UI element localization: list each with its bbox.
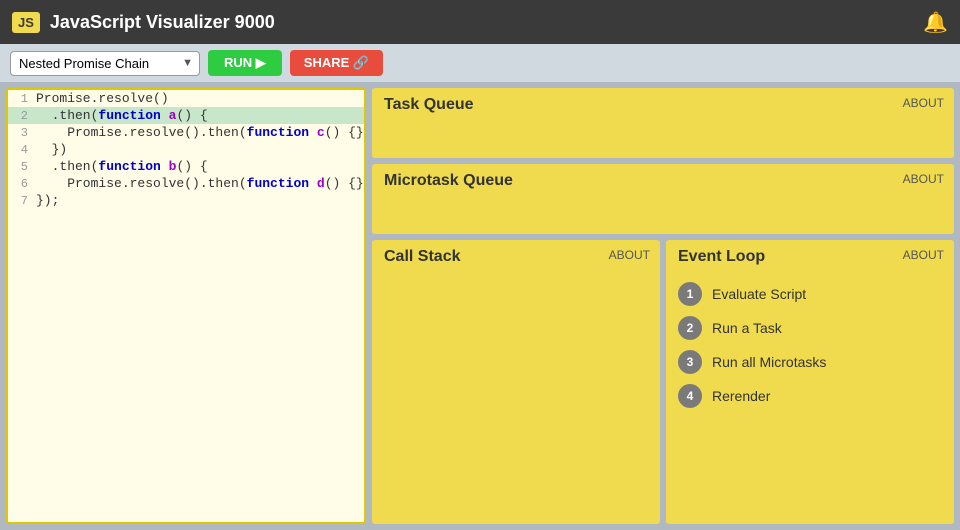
step-label-3: Run all Microtasks bbox=[712, 354, 826, 370]
line-number: 5 bbox=[8, 160, 36, 174]
event-loop-step-3: 3 Run all Microtasks bbox=[678, 350, 942, 374]
code-editor[interactable]: 1 Promise.resolve() 2 .then(function a()… bbox=[6, 88, 366, 524]
code-line-7: 7 }); bbox=[8, 192, 364, 209]
step-circle-3: 3 bbox=[678, 350, 702, 374]
call-stack-about[interactable]: ABOUT bbox=[609, 248, 650, 262]
step-label-2: Run a Task bbox=[712, 320, 782, 336]
line-content: Promise.resolve().then(function d() {}); bbox=[36, 176, 366, 191]
app-header: JS JavaScript Visualizer 9000 🔔 bbox=[0, 0, 960, 44]
line-content: }) bbox=[36, 142, 67, 157]
event-loop-panel: Event Loop ABOUT 1 Evaluate Script 2 Run… bbox=[666, 240, 954, 524]
task-queue-about[interactable]: ABOUT bbox=[903, 96, 944, 110]
event-loop-step-2: 2 Run a Task bbox=[678, 316, 942, 340]
line-number: 4 bbox=[8, 143, 36, 157]
task-queue: Task Queue ABOUT bbox=[372, 88, 954, 158]
code-line-2: 2 .then(function a() { bbox=[8, 107, 364, 124]
microtask-queue: Microtask Queue ABOUT bbox=[372, 164, 954, 234]
step-circle-2: 2 bbox=[678, 316, 702, 340]
scenario-select[interactable]: Nested Promise Chain bbox=[10, 51, 200, 76]
code-line-6: 6 Promise.resolve().then(function d() {}… bbox=[8, 175, 364, 192]
event-loop-about[interactable]: ABOUT bbox=[903, 248, 944, 262]
event-loop-step-4: 4 Rerender bbox=[678, 384, 942, 408]
microtask-queue-title: Microtask Queue bbox=[384, 172, 513, 189]
line-content: Promise.resolve().then(function c() {}); bbox=[36, 125, 366, 140]
event-loop-steps: 1 Evaluate Script 2 Run a Task 3 Run all… bbox=[678, 282, 942, 408]
line-number: 2 bbox=[8, 109, 36, 123]
code-line-4: 4 }) bbox=[8, 141, 364, 158]
toolbar: Nested Promise Chain ▼ RUN ▶ SHARE 🔗 bbox=[0, 44, 960, 82]
step-circle-4: 4 bbox=[678, 384, 702, 408]
step-label-4: Rerender bbox=[712, 388, 770, 404]
code-line-1: 1 Promise.resolve() bbox=[8, 90, 364, 107]
line-content: }); bbox=[36, 193, 59, 208]
app-title: JavaScript Visualizer 9000 bbox=[50, 12, 915, 33]
bell-icon: 🔔 bbox=[923, 10, 948, 35]
task-queue-title: Task Queue bbox=[384, 96, 474, 113]
line-content: Promise.resolve() bbox=[36, 91, 169, 106]
right-panel: Task Queue ABOUT Microtask Queue ABOUT C… bbox=[372, 82, 960, 530]
js-badge: JS bbox=[12, 12, 40, 33]
line-number: 7 bbox=[8, 194, 36, 208]
line-content: .then(function b() { bbox=[36, 159, 208, 174]
step-label-1: Evaluate Script bbox=[712, 286, 806, 302]
code-line-3: 3 Promise.resolve().then(function c() {}… bbox=[8, 124, 364, 141]
share-button[interactable]: SHARE 🔗 bbox=[290, 50, 383, 76]
line-content: .then(function a() { bbox=[36, 108, 208, 123]
bottom-panels: Call Stack ABOUT Event Loop ABOUT 1 Eval… bbox=[372, 240, 954, 524]
line-number: 1 bbox=[8, 92, 36, 106]
run-button[interactable]: RUN ▶ bbox=[208, 50, 282, 76]
code-line-5: 5 .then(function b() { bbox=[8, 158, 364, 175]
event-loop-step-1: 1 Evaluate Script bbox=[678, 282, 942, 306]
call-stack-panel: Call Stack ABOUT bbox=[372, 240, 660, 524]
event-loop-title: Event Loop bbox=[678, 248, 765, 265]
microtask-queue-about[interactable]: ABOUT bbox=[903, 172, 944, 186]
main-layout: 1 Promise.resolve() 2 .then(function a()… bbox=[0, 82, 960, 530]
line-number: 3 bbox=[8, 126, 36, 140]
call-stack-title: Call Stack bbox=[384, 248, 460, 265]
step-circle-1: 1 bbox=[678, 282, 702, 306]
line-number: 6 bbox=[8, 177, 36, 191]
